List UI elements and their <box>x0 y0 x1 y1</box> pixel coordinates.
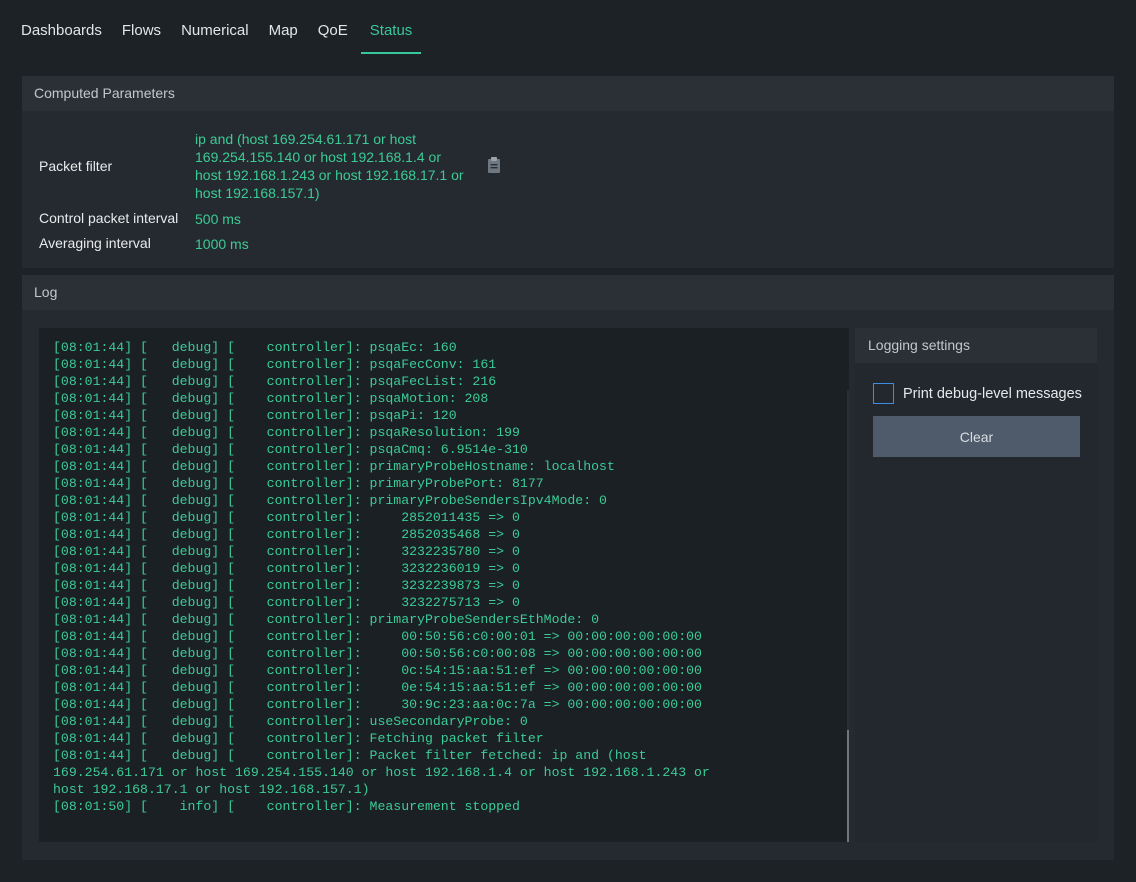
averaging-interval-value: 1000 ms <box>195 236 249 252</box>
log-console[interactable]: [08:01:44] [ debug] [ controller]: psqaE… <box>39 328 849 842</box>
tab-status[interactable]: Status <box>360 14 422 54</box>
computed-parameters-header: Computed Parameters <box>22 76 1114 111</box>
tab-qoe[interactable]: QoE <box>311 14 355 52</box>
tab-numerical[interactable]: Numerical <box>174 14 256 52</box>
tab-flows[interactable]: Flows <box>115 14 168 52</box>
tab-map[interactable]: Map <box>262 14 305 52</box>
control-interval-label: Control packet interval <box>39 210 179 226</box>
log-panel: Log [08:01:44] [ debug] [ controller]: p… <box>22 275 1114 860</box>
packet-filter-label: Packet filter <box>39 158 113 174</box>
log-scrollbar-thumb[interactable] <box>847 730 849 842</box>
tab-dashboards[interactable]: Dashboards <box>14 14 109 52</box>
clear-button[interactable]: Clear <box>873 416 1080 457</box>
computed-parameters-panel: Computed Parameters Packet filter ip and… <box>22 76 1114 268</box>
logging-settings-panel: Logging settings Print debug-level messa… <box>855 328 1097 842</box>
clipboard-icon[interactable] <box>487 156 501 174</box>
control-interval-value: 500 ms <box>195 211 241 227</box>
debug-messages-checkbox[interactable] <box>873 383 894 404</box>
logging-settings-header: Logging settings <box>855 328 1097 363</box>
main-tab-bar: Dashboards Flows Numerical Map QoE Statu… <box>14 14 427 54</box>
log-text: [08:01:44] [ debug] [ controller]: psqaE… <box>53 340 710 814</box>
packet-filter-value: ip and (host 169.254.61.171 or host 169.… <box>195 131 464 201</box>
debug-messages-label[interactable]: Print debug-level messages <box>903 386 1082 402</box>
averaging-interval-label: Averaging interval <box>39 235 151 251</box>
log-header: Log <box>22 275 1114 310</box>
